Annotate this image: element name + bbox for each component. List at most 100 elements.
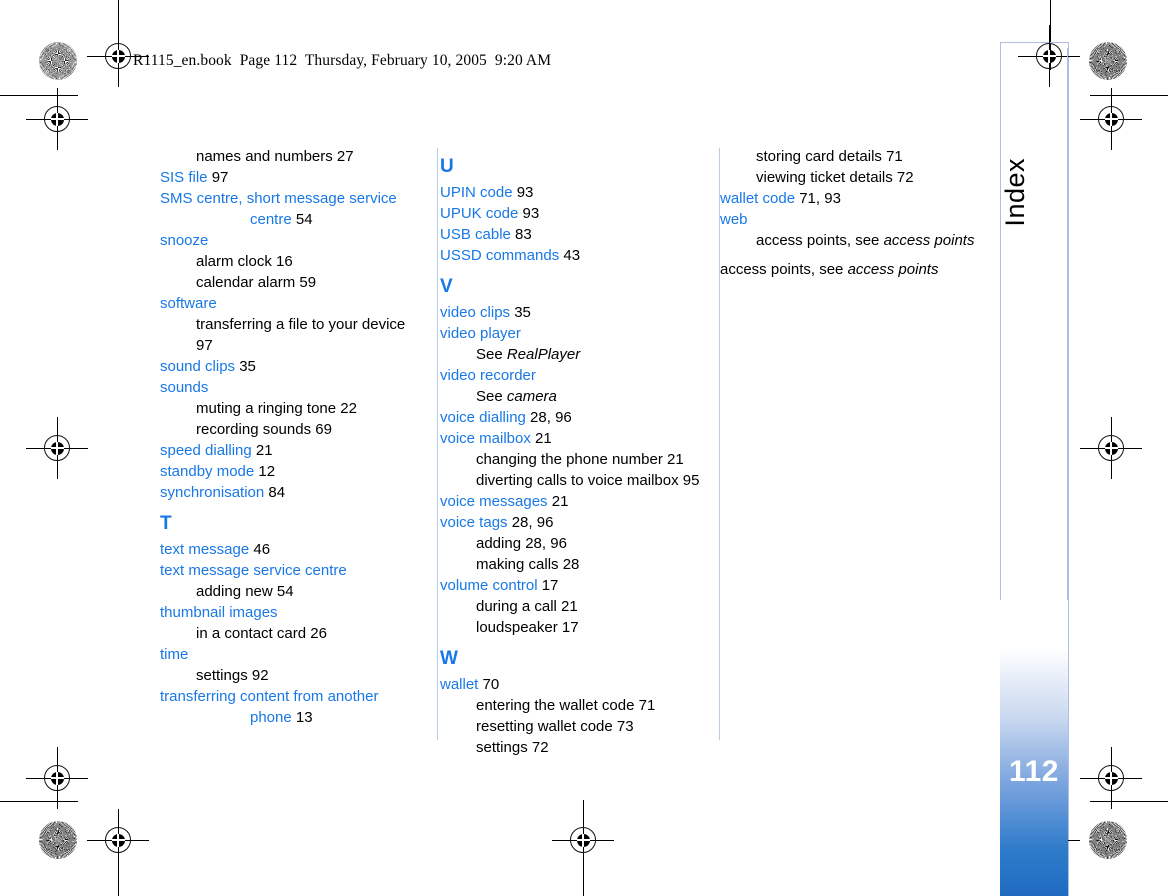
- index-entry-page-numbers: 83: [510, 226, 532, 243]
- index-subentry: names and numbers 27: [160, 146, 424, 167]
- page-number-gradient-block: [1000, 600, 1068, 896]
- index-entry-term: volume control: [440, 577, 538, 594]
- index-entry: video clips 35: [440, 302, 704, 323]
- index-section-letter: T: [160, 513, 172, 534]
- side-tab-edge-left: [1000, 48, 1001, 648]
- index-entry-page-numbers: 26: [306, 625, 327, 642]
- index-entry: SMS centre, short message service centre…: [160, 188, 424, 230]
- index-entry-page-numbers: 35: [510, 304, 531, 321]
- index-section-letter: V: [440, 276, 453, 297]
- index-subentry: entering the wallet code 71: [440, 695, 704, 716]
- side-tab-label: Index: [1000, 158, 1030, 227]
- index-subentry: storing card details 71: [720, 146, 984, 167]
- registration-mark-top-left: [87, 25, 149, 87]
- index-entry-page-numbers: 21: [547, 493, 569, 510]
- registration-mark-top-left-outer: [26, 88, 88, 150]
- index-entry-page-numbers: 21: [251, 442, 273, 459]
- index-column-3: storing card details 71 viewing ticket de…: [720, 146, 1000, 758]
- index-entry-page-numbers: 70: [478, 676, 500, 693]
- index-entry-term: SMS centre, short message service centre: [160, 190, 401, 228]
- index-entry: sound clips 35: [160, 356, 424, 377]
- index-cross-reference: RealPlayer: [506, 346, 581, 363]
- index-entry-term: recording sounds: [196, 421, 312, 438]
- rosette-mark-top-left: [39, 42, 77, 80]
- column-divider-rule-2: [719, 148, 720, 740]
- rosette-mark-bottom-right: [1089, 821, 1127, 859]
- rosette-mark-top-right: [1089, 42, 1127, 80]
- index-entry: text message 46: [160, 539, 424, 560]
- index-entry-page-numbers: 84: [264, 484, 286, 501]
- index-entry-term: sound clips: [160, 358, 236, 375]
- index-entry-term: diverting calls to voice mailbox: [476, 472, 679, 489]
- index-entry-page-numbers: 97: [207, 169, 229, 186]
- index-entry-term: making calls: [476, 556, 559, 573]
- index-entry-page-numbers: 12: [254, 463, 276, 480]
- rosette-mark-bottom-left: [39, 821, 77, 859]
- index-entry-term: time: [160, 646, 189, 663]
- page-frame-rule-top-right: [1000, 42, 1068, 43]
- side-tab: Index: [1000, 48, 1068, 648]
- index-subentry: during a call 21: [440, 596, 704, 617]
- index-subentry: in a contact card 26: [160, 623, 424, 644]
- page-number: 112: [1009, 755, 1059, 788]
- index-entry-page-numbers: 28, 96: [525, 409, 572, 426]
- index-entry-page-numbers: 17: [537, 577, 559, 594]
- index-entry-term: See: [476, 346, 507, 363]
- index-entry-page-numbers: 35: [235, 358, 256, 375]
- index-entry-page-numbers: 71: [881, 148, 903, 165]
- index-entry-page-numbers: 95: [678, 472, 700, 489]
- index-entry-term: UPIN code: [440, 184, 513, 201]
- index-entry-page-numbers: 27: [332, 148, 354, 165]
- index-subentry: See camera: [440, 386, 704, 407]
- index-column-2: U UPIN code 93 UPUK code 93 USB cable 83 USS…: [440, 146, 720, 758]
- index-entry-term: speed dialling: [160, 442, 252, 459]
- crop-line-top-left-horizontal: [0, 95, 78, 96]
- column-divider-rule-1: [437, 148, 438, 740]
- index-entry-term: viewing ticket details: [756, 169, 893, 186]
- index-entry-page-numbers: 92: [247, 667, 269, 684]
- index-entry-page-numbers: 28, 96: [521, 535, 567, 552]
- index-entry-term: USB cable: [440, 226, 511, 243]
- registration-mark-bottom-left-inner: [87, 809, 149, 871]
- index-entry: sounds: [160, 377, 424, 398]
- index-entry: transferring content from another phone …: [160, 686, 424, 728]
- index-entry: software: [160, 293, 424, 314]
- index-entry-term: access points, see: [720, 261, 848, 278]
- index-entry: voice tags 28, 96: [440, 512, 704, 533]
- index-entry-term: snooze: [160, 232, 209, 249]
- side-tab-edge-right: [1067, 48, 1068, 648]
- index-subentry: adding 28, 96: [440, 533, 704, 554]
- index-entry-page-numbers: 17: [557, 619, 579, 636]
- index-subentry: viewing ticket details 72: [720, 167, 984, 188]
- index-entry: time: [160, 644, 424, 665]
- index-subentry: calendar alarm 59: [160, 272, 424, 293]
- index-entry-term: voice messages: [440, 493, 548, 510]
- registration-mark-bottom-right: [1080, 747, 1142, 809]
- index-entry: SIS file 97: [160, 167, 424, 188]
- index-entry-term: wallet: [440, 676, 479, 693]
- index-entry-page-numbers: 16: [271, 253, 293, 270]
- index-entry-term: changing the phone number: [476, 451, 663, 468]
- index-entry-term: synchronisation: [160, 484, 265, 501]
- index-entry: UPUK code 93: [440, 203, 704, 224]
- running-header: R1115_en.book Page 112 Thursday, Februar…: [133, 52, 552, 69]
- index-subentry: changing the phone number 21: [440, 449, 704, 470]
- index-entry-page-numbers: 93: [518, 205, 540, 222]
- index-entry-term: voice dialling: [440, 409, 526, 426]
- index-entry-term: muting a ringing tone: [196, 400, 337, 417]
- index-entry-term: loudspeaker: [476, 619, 558, 636]
- index-entry-term: USSD commands: [440, 247, 560, 264]
- index-subentry: alarm clock 16: [160, 251, 424, 272]
- index-subentry: resetting wallet code 73: [440, 716, 704, 737]
- index-subentry: muting a ringing tone 22: [160, 398, 424, 419]
- index-entry-term: calendar alarm: [196, 274, 296, 291]
- index-subentry: loudspeaker 17: [440, 617, 704, 638]
- index-entry: volume control 17: [440, 575, 704, 596]
- index-entry: USB cable 83: [440, 224, 704, 245]
- index-entry-page-numbers: 72: [892, 169, 914, 186]
- page-frame-rule-far-right: [1068, 42, 1069, 896]
- index-entry: speed dialling 21: [160, 440, 424, 461]
- index-entry: voice dialling 28, 96: [440, 407, 704, 428]
- index-entry-page-numbers: 46: [249, 541, 271, 558]
- index-subentry: adding new 54: [160, 581, 424, 602]
